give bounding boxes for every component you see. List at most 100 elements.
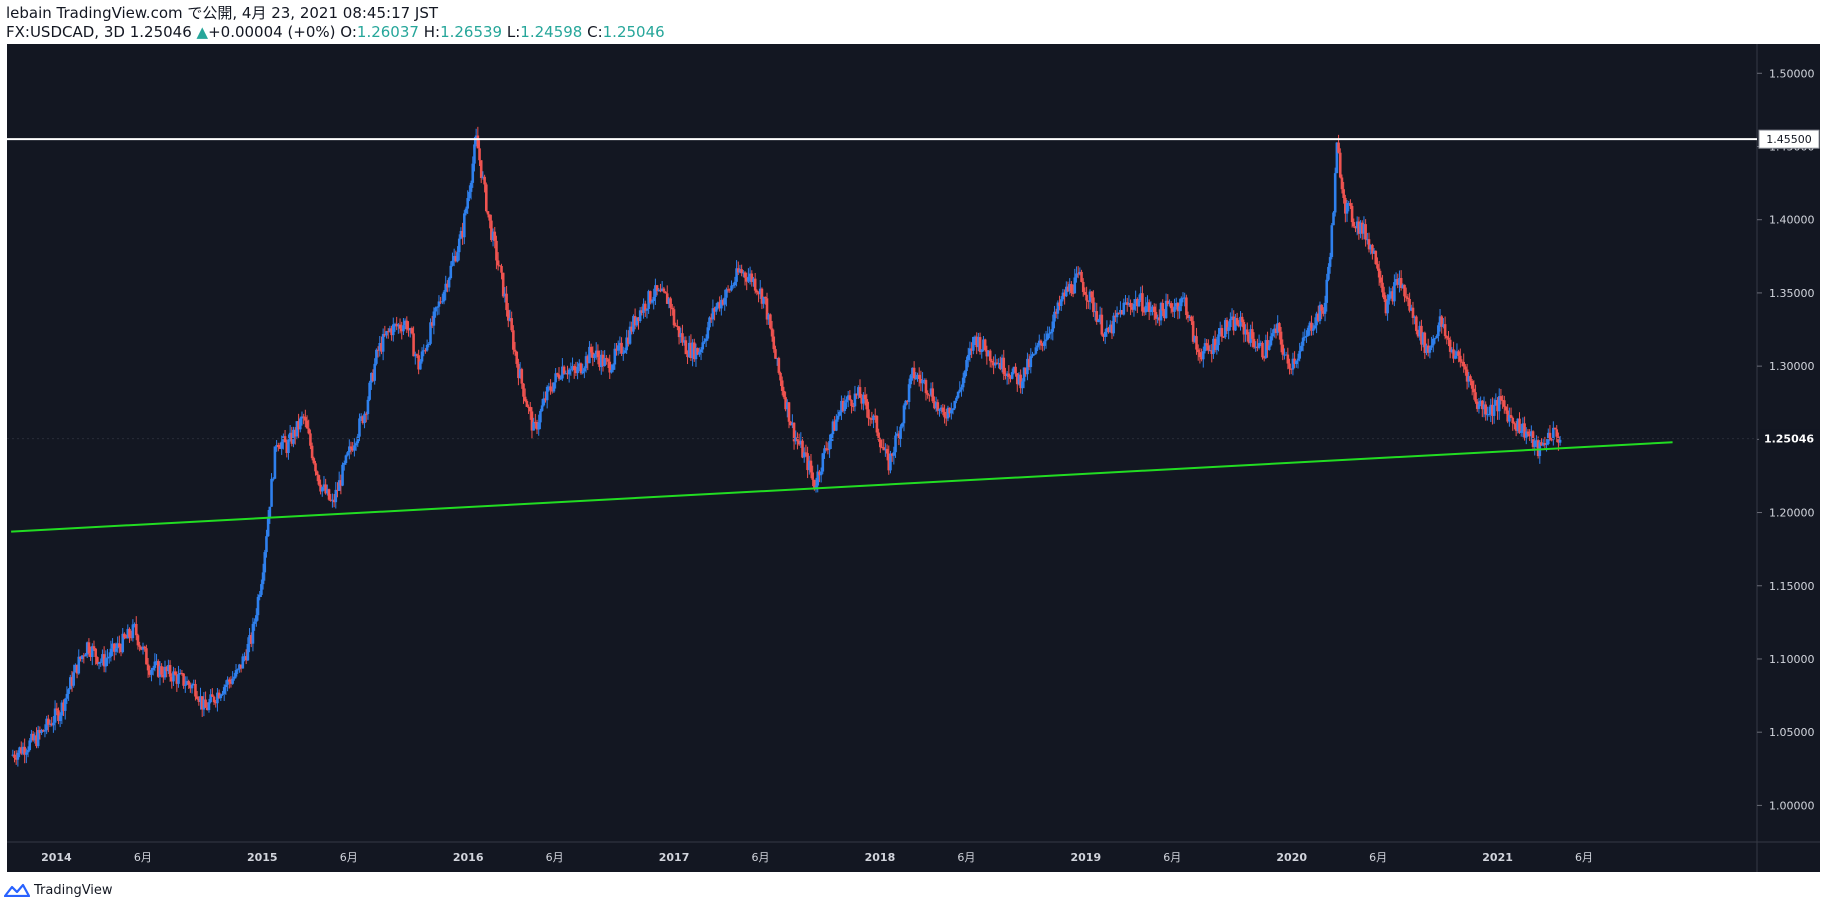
candle-body — [236, 669, 240, 671]
candle-body — [671, 307, 674, 310]
candle-body — [375, 349, 378, 364]
candle-body — [425, 344, 429, 351]
candle-body — [557, 374, 561, 379]
candle-body — [356, 436, 360, 444]
candle-body — [914, 378, 918, 380]
candle-body — [265, 536, 268, 553]
candle-body — [1509, 415, 1513, 418]
candle-body — [649, 291, 652, 303]
candle-body — [1459, 355, 1462, 362]
candle-body — [449, 265, 453, 279]
candle-body — [828, 440, 831, 450]
candle-body — [309, 433, 312, 446]
time-tick-label: 2019 — [1071, 851, 1102, 864]
time-tick-label: 6月 — [1163, 851, 1181, 864]
candle-body — [420, 351, 424, 362]
ohlc-close-label: C: — [587, 23, 603, 41]
candle-body — [569, 369, 573, 371]
candle-body — [222, 687, 226, 694]
candle-body — [819, 471, 823, 476]
candle-body — [1100, 314, 1104, 335]
candle-body — [1320, 304, 1323, 311]
price-chart[interactable]: 1.00000 1.05000 1.10000 1.15000 1.20000 1.250… — [0, 0, 1828, 909]
candle-body — [402, 325, 405, 332]
candle-body — [1349, 203, 1352, 206]
candle-body — [747, 276, 750, 282]
candle-body — [811, 472, 814, 480]
candle-body — [755, 290, 759, 293]
candle-body — [853, 393, 857, 407]
candle-body — [1533, 440, 1537, 447]
candle-body — [1294, 360, 1298, 365]
candle-body — [366, 399, 370, 415]
time-tick-label: 6月 — [752, 851, 770, 864]
candle-body — [902, 405, 906, 424]
time-tick-label: 2014 — [41, 851, 72, 864]
candle-body — [725, 289, 728, 298]
footer-brand[interactable]: TradingView — [4, 880, 113, 900]
time-tick-label: 6月 — [546, 851, 564, 864]
candle-body — [528, 406, 532, 412]
candle-body — [84, 654, 87, 657]
candle-body — [1002, 357, 1006, 375]
time-tick-label: 6月 — [134, 851, 152, 864]
candle-body — [669, 298, 672, 308]
candle-body — [1411, 307, 1415, 318]
candle-body — [1484, 404, 1487, 415]
candle-body — [1430, 345, 1433, 348]
candle-body — [341, 464, 344, 486]
candle-body — [1513, 423, 1516, 425]
candle-body — [1558, 439, 1562, 443]
candle-body — [1499, 396, 1503, 401]
candle-body — [1252, 338, 1256, 348]
candle-body — [1548, 432, 1552, 440]
candle-body — [1492, 405, 1496, 416]
candle-body — [266, 517, 270, 537]
candle-body — [576, 366, 579, 374]
candle-body — [1043, 341, 1046, 346]
candle-body — [327, 489, 331, 500]
candle-body — [835, 419, 838, 431]
candle-body — [501, 272, 505, 297]
candle-body — [1207, 345, 1210, 351]
candle-body — [486, 211, 490, 215]
candle-body — [160, 666, 163, 675]
candle-body — [1217, 334, 1220, 346]
candle-body — [980, 349, 984, 352]
candle-body — [146, 664, 150, 671]
candle-body — [836, 415, 840, 420]
candle-body — [1271, 333, 1274, 337]
candle-body — [1190, 316, 1193, 322]
time-tick-label: 2016 — [453, 851, 484, 864]
candle-body — [1112, 315, 1115, 334]
candle-body — [1526, 431, 1530, 434]
candle-body — [463, 213, 466, 238]
candle-body — [1092, 297, 1095, 313]
candle-body — [53, 708, 57, 723]
candle-body — [271, 478, 275, 480]
candle-body — [207, 702, 211, 711]
candle-body — [500, 265, 503, 273]
up-triangle-icon: ▲ — [196, 23, 209, 41]
candle-body — [261, 572, 265, 585]
candle-body — [1433, 338, 1437, 340]
candle-body — [307, 428, 311, 434]
ohlc-low-label: L: — [506, 23, 521, 41]
candle-body — [317, 475, 321, 485]
tradingview-logo-icon — [4, 883, 30, 897]
candle-body — [398, 324, 402, 329]
candle-body — [1021, 381, 1024, 389]
candle-body — [182, 673, 185, 686]
candle-body — [1311, 328, 1315, 331]
ohlc-open-value: 1.26037 — [356, 23, 419, 41]
candle-body — [1032, 353, 1036, 355]
candle-body — [469, 182, 473, 192]
candle-body — [764, 296, 767, 299]
candle-body — [1374, 250, 1378, 265]
candle-body — [363, 413, 366, 424]
candle-body — [1327, 266, 1330, 280]
candle-body — [1286, 354, 1290, 364]
candle-body — [662, 288, 666, 292]
candle-body — [13, 754, 16, 758]
candle-body — [1377, 268, 1381, 278]
